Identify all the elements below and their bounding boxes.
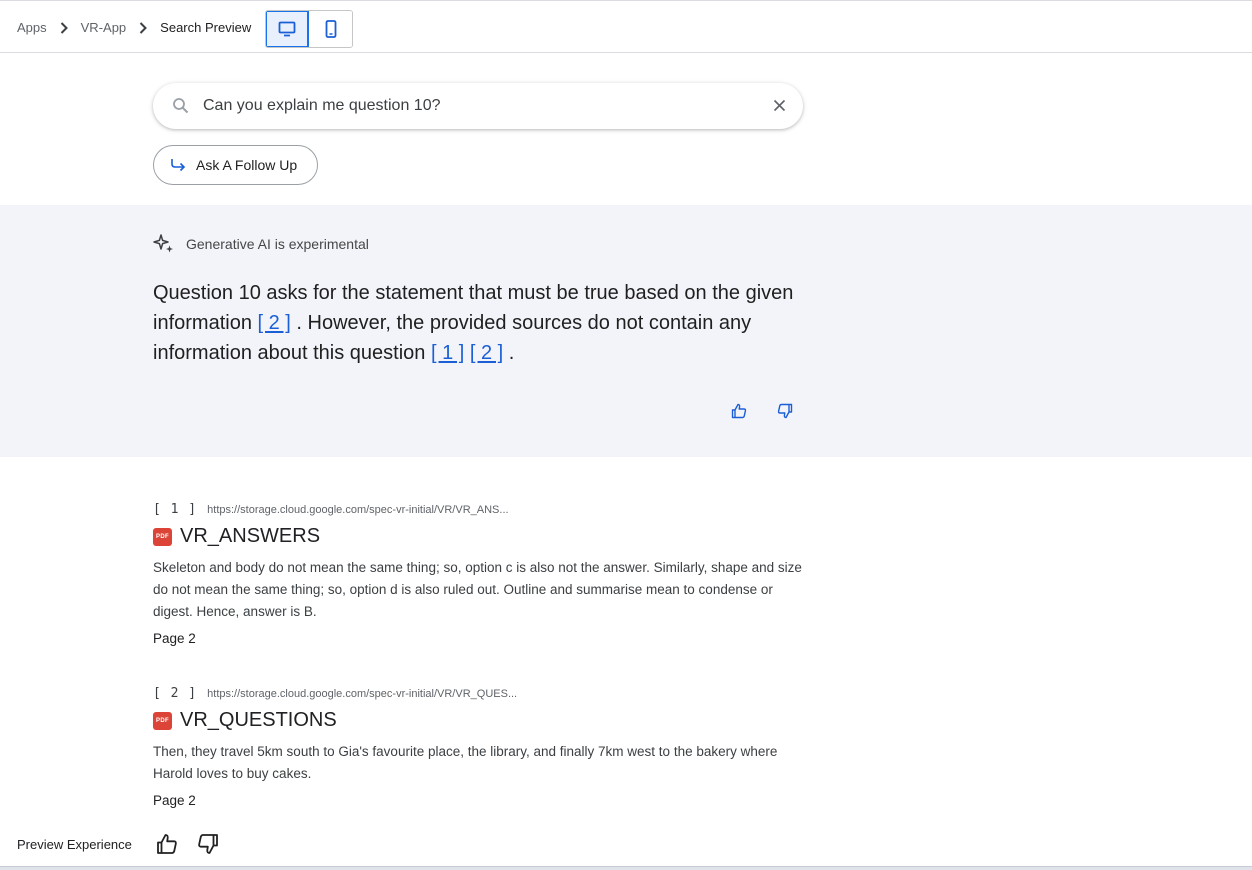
thumbs-up-icon[interactable] <box>731 403 747 419</box>
source-result: [ 1 ] https://storage.cloud.google.com/s… <box>153 502 803 646</box>
search-box[interactable]: Can you explain me question 10? <box>153 83 803 129</box>
thumbs-down-icon[interactable] <box>197 833 219 855</box>
chevron-right-icon <box>139 21 148 34</box>
breadcrumb-apps[interactable]: Apps <box>17 20 47 35</box>
desktop-icon <box>278 21 296 37</box>
ai-badge-text: Generative AI is experimental <box>186 236 369 252</box>
ai-answer-part3: . <box>503 342 515 364</box>
thumbs-down-icon[interactable] <box>777 403 793 419</box>
follow-up-arrow-icon <box>170 158 186 172</box>
ai-answer-text: Question 10 asks for the statement that … <box>153 278 803 368</box>
view-toggle <box>265 10 353 48</box>
ask-follow-up-button[interactable]: Ask A Follow Up <box>153 145 318 185</box>
source-title[interactable]: VR_QUESTIONS <box>180 709 337 732</box>
desktop-view-button[interactable] <box>266 11 309 47</box>
breadcrumb-search-preview: Search Preview <box>160 20 252 35</box>
bottom-divider <box>0 866 1252 870</box>
source-index: [ 1 ] <box>153 502 198 517</box>
source-result: [ 2 ] https://storage.cloud.google.com/s… <box>153 686 803 808</box>
citation-link-2[interactable]: [ 2 ] <box>258 312 291 334</box>
breadcrumb: Apps VR-App Search Preview <box>17 20 251 35</box>
close-icon[interactable] <box>773 99 786 117</box>
pdf-icon: PDF <box>153 527 172 546</box>
thumbs-up-icon[interactable] <box>156 833 178 855</box>
preview-experience-bar: Preview Experience <box>17 833 219 855</box>
sources-section: [ 1 ] https://storage.cloud.google.com/s… <box>0 457 1252 867</box>
ai-answer-panel: Generative AI is experimental Question 1… <box>0 205 1252 457</box>
chevron-right-icon <box>60 21 68 34</box>
mobile-icon <box>325 20 337 38</box>
pdf-icon: PDF <box>153 711 172 730</box>
source-index: [ 2 ] <box>153 686 198 701</box>
ask-follow-up-label: Ask A Follow Up <box>196 157 298 173</box>
source-url[interactable]: https://storage.cloud.google.com/spec-vr… <box>207 688 517 700</box>
top-bar: Apps VR-App Search Preview <box>0 0 1252 53</box>
source-title[interactable]: VR_ANSWERS <box>180 525 320 548</box>
search-input[interactable]: Can you explain me question 10? <box>203 97 441 115</box>
source-page: Page 2 <box>153 631 196 646</box>
ai-experimental-badge: Generative AI is experimental <box>153 234 369 254</box>
sparkle-icon <box>153 234 175 254</box>
search-icon <box>172 97 189 119</box>
source-snippet: Skeleton and body do not mean the same t… <box>153 560 802 619</box>
source-url[interactable]: https://storage.cloud.google.com/spec-vr… <box>207 504 508 516</box>
breadcrumb-vr-app[interactable]: VR-App <box>81 20 127 35</box>
citation-link-2b[interactable]: [ 2 ] <box>470 342 503 364</box>
mobile-view-button[interactable] <box>309 11 352 47</box>
preview-experience-label: Preview Experience <box>17 836 132 852</box>
citation-link-1[interactable]: [ 1 ] <box>431 342 464 364</box>
source-page: Page 2 <box>153 793 196 808</box>
source-snippet: Then, they travel 5km south to Gia's fav… <box>153 744 778 781</box>
